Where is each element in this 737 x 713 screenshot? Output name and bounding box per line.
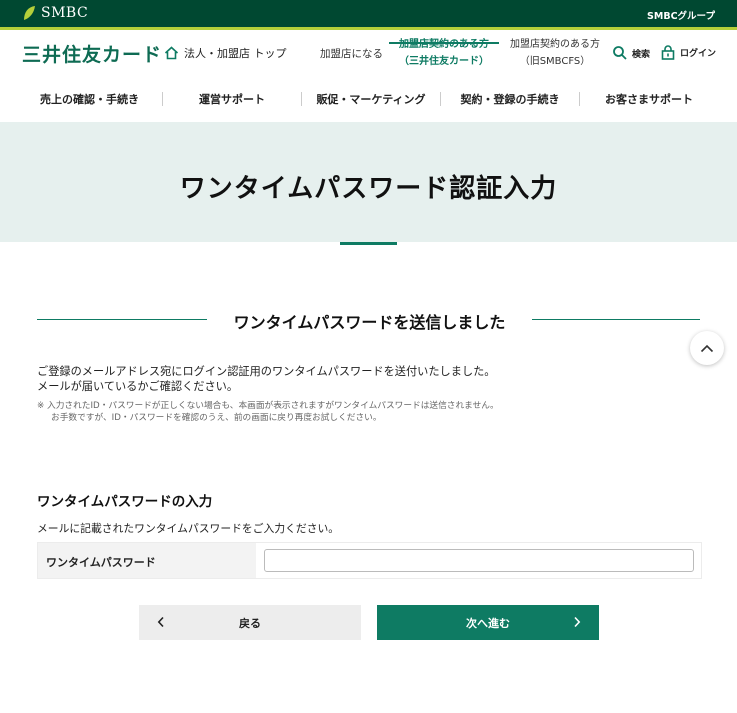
- smbc-logo[interactable]: SMBC: [22, 5, 88, 21]
- leaf-icon: [24, 6, 35, 20]
- back-button-label: 戻る: [239, 616, 261, 630]
- page-title: ワンタイムパスワード認証入力: [179, 174, 558, 204]
- otp-field-label: ワンタイムパスワード: [38, 543, 256, 578]
- otp-form-row: ワンタイムパスワード: [37, 542, 702, 579]
- login-label: ログイン: [680, 48, 717, 59]
- chevron-up-icon: [700, 344, 714, 352]
- nav-become-merchant[interactable]: 加盟店になる: [320, 46, 383, 61]
- smbc-logo-text: SMBC: [41, 5, 89, 21]
- section-rule-left: [37, 319, 207, 320]
- global-nav: 売上の確認・手続き 運営サポート 販促・マーケティング 契約・登録の手続き お客…: [0, 84, 737, 114]
- lock-icon: [661, 45, 675, 60]
- sent-message-line1: ご登録のメールアドレス宛にログイン認証用のワンタイムパスワードを送付いたしました…: [37, 365, 496, 378]
- page-hero: ワンタイムパスワード認証入力: [0, 122, 737, 242]
- login-button[interactable]: ログイン: [660, 44, 716, 60]
- smbc-group-link[interactable]: SMBCグループ: [647, 8, 715, 22]
- nav-contracted-line1: 加盟店契約のある方: [399, 39, 489, 50]
- top-brand-bar: SMBC SMBCグループ: [0, 0, 737, 27]
- otp-input[interactable]: [264, 549, 694, 572]
- nav-contracted-line2: （三井住友カード）: [399, 56, 489, 67]
- home-icon: [164, 46, 179, 60]
- nav-former-line1: 加盟店契約のある方: [510, 39, 600, 50]
- back-to-top-button[interactable]: [690, 331, 724, 365]
- gnav-sales[interactable]: 売上の確認・手続き: [22, 91, 162, 107]
- chevron-left-icon: [157, 616, 164, 628]
- home-link[interactable]: 法人・加盟店 トップ: [164, 45, 287, 61]
- home-link-label: 法人・加盟店 トップ: [184, 47, 287, 60]
- section-rule-right: [532, 319, 700, 320]
- section-title: ワンタイムパスワードを送信しました: [233, 313, 506, 332]
- gnav-customer-support[interactable]: お客さまサポート: [580, 91, 718, 107]
- next-button-label: 次へ進む: [466, 616, 510, 630]
- brand-logo[interactable]: 三井住友カード: [22, 40, 162, 67]
- nav-former-line2: （旧SMBCFS）: [519, 56, 591, 67]
- sent-message: ご登録のメールアドレス宛にログイン認証用のワンタイムパスワードを送付いたしました…: [37, 364, 495, 394]
- notice-line2: お手数ですが、ID・パスワードを確認のうえ、前の画面に戻り再度お試しください。: [51, 412, 382, 423]
- form-description: メールに記載されたワンタイムパスワードをご入力ください。: [37, 522, 340, 535]
- notice-text: ※ 入力されたID・パスワードが正しくない場合も、本画面が表示されますがワンタイ…: [37, 401, 499, 424]
- nav-contracted-former[interactable]: 加盟店契約のある方 （旧SMBCFS）: [509, 36, 601, 70]
- search-label: 検索: [632, 49, 651, 60]
- notice-line1: ※ 入力されたID・パスワードが正しくない場合も、本画面が表示されますがワンタイ…: [37, 401, 499, 411]
- search-icon: [613, 46, 627, 60]
- sent-message-line2: メールが届いているかご確認ください。: [37, 380, 239, 393]
- back-button[interactable]: 戻る: [139, 605, 361, 640]
- site-header: 三井住友カード 法人・加盟店 トップ 加盟店になる 加盟店契約のある方 （三井住…: [0, 30, 737, 76]
- nav-active-underline: [389, 42, 499, 44]
- gnav-marketing[interactable]: 販促・マーケティング: [302, 91, 440, 107]
- gnav-operation[interactable]: 運営サポート: [163, 91, 301, 107]
- gnav-contract[interactable]: 契約・登録の手続き: [441, 91, 579, 107]
- title-accent-bar: [340, 242, 397, 245]
- search-button[interactable]: 検索: [612, 45, 650, 61]
- chevron-right-icon: [574, 616, 581, 628]
- form-title: ワンタイムパスワードの入力: [37, 494, 213, 510]
- next-button[interactable]: 次へ進む: [377, 605, 599, 640]
